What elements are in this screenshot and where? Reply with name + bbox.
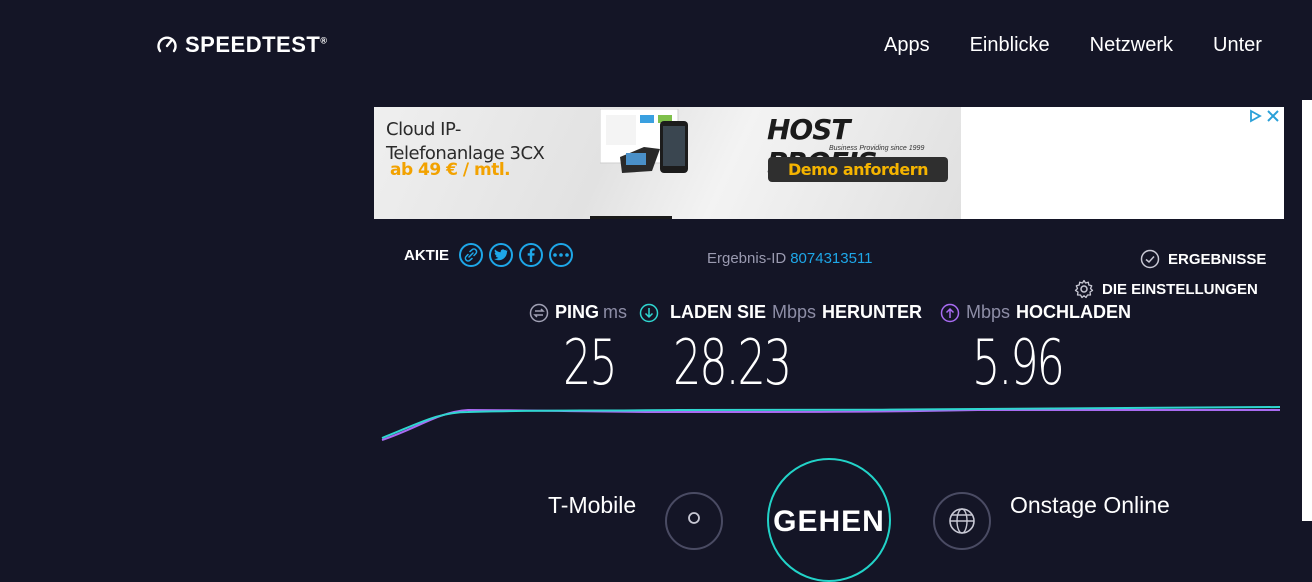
facebook-icon[interactable]: [519, 243, 543, 267]
main-nav: Apps Einblicke Netzwerk Unter: [884, 34, 1262, 57]
ping-header: PING ms: [529, 302, 627, 323]
results-link[interactable]: ERGEBNISSE: [1140, 249, 1266, 269]
speedtest-logo[interactable]: SPEEDTEST®: [155, 31, 327, 59]
more-icon[interactable]: [549, 243, 573, 267]
download-label-2: HERUNTER: [822, 302, 923, 322]
ping-label: PING: [555, 302, 600, 322]
result-id: Ergebnis-ID 8074313511: [707, 250, 873, 267]
upload-line: [381, 408, 1280, 441]
ping-icon: [529, 303, 549, 322]
ad-divider: [590, 216, 672, 219]
gauge-icon: [157, 36, 177, 53]
gear-icon: [1074, 279, 1094, 299]
go-label: GEHEN: [773, 505, 885, 538]
ping-unit: ms: [603, 302, 628, 322]
globe-icon[interactable]: [933, 492, 991, 550]
share-label: AKTIE: [404, 246, 449, 264]
result-id-label: Ergebnis-ID: [707, 250, 787, 267]
download-arrow-icon: [639, 303, 659, 322]
check-circle-icon: [1140, 249, 1160, 269]
ad-cta-button[interactable]: Demo anfordern: [768, 157, 948, 182]
twitter-icon[interactable]: [489, 243, 513, 267]
result-id-value[interactable]: 8074313511: [790, 250, 872, 267]
upload-value: 5.96: [972, 326, 1065, 399]
results-label: ERGEBNISSE: [1168, 250, 1267, 268]
download-value: 28.23: [673, 326, 792, 399]
download-label: LADEN SIE: [670, 302, 767, 322]
close-icon[interactable]: [1266, 109, 1280, 123]
adchoices-icon[interactable]: [1248, 109, 1262, 123]
go-button[interactable]: GEHEN: [767, 458, 891, 582]
ad-price: ab 49 € / mtl.: [390, 160, 511, 180]
download-header: LADEN SIE Mbps HERUNTER: [639, 302, 922, 323]
ad-creative[interactable]: Cloud IP- Telefonanlage 3CX ab 49 € / mt…: [374, 107, 961, 219]
settings-label: DIE EINSTELLUNGEN: [1102, 280, 1258, 298]
isp-name: T-Mobile: [548, 492, 637, 518]
nav-apps[interactable]: Apps: [884, 34, 930, 57]
download-unit: Mbps: [772, 302, 817, 322]
link-icon[interactable]: [459, 243, 483, 267]
nav-einblicke[interactable]: Einblicke: [970, 34, 1050, 57]
ad-brand-tagline: Business Providing since 1999: [829, 145, 925, 152]
nav-unter[interactable]: Unter: [1213, 34, 1262, 57]
brand-name: SPEEDTEST®: [185, 32, 328, 57]
upload-unit: Mbps: [966, 302, 1011, 322]
user-icon[interactable]: [665, 492, 723, 550]
server-name[interactable]: Onstage Online: [1010, 492, 1170, 519]
upload-arrow-icon: [940, 303, 960, 322]
share-bar: AKTIE: [404, 243, 573, 267]
ip-phone-image: [600, 109, 688, 173]
upload-header: Mbps HOCHLADEN: [940, 302, 1131, 323]
ping-value: 25: [563, 326, 618, 399]
side-ad-edge: [1302, 100, 1312, 521]
nav-netzwerk[interactable]: Netzwerk: [1090, 34, 1173, 57]
ad-banner[interactable]: Cloud IP- Telefonanlage 3CX ab 49 € / mt…: [374, 107, 1284, 219]
ad-headline: Cloud IP- Telefonanlage 3CX: [386, 119, 545, 164]
speed-graph: [381, 406, 1281, 441]
upload-label: HOCHLADEN: [1016, 302, 1132, 322]
ad-choices[interactable]: [1248, 109, 1280, 123]
settings-link[interactable]: DIE EINSTELLUNGEN: [1074, 279, 1258, 299]
